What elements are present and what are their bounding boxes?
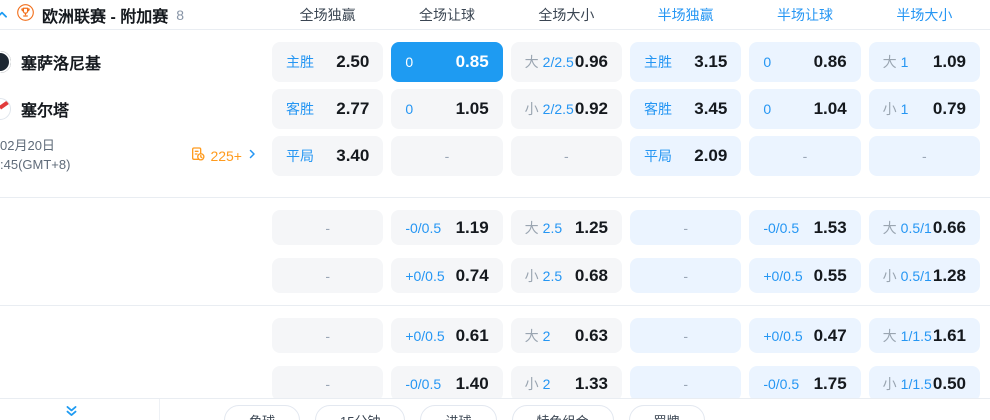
odds-cell[interactable]: +0/0.5 0.61 xyxy=(391,318,503,353)
column-header[interactable]: 半场独赢 xyxy=(630,5,741,25)
secondary-odds-group-2: - +0/0.5 0.61 大 2 0.63- +0/0.5 0.47 大 1/1.5 1.61 -… xyxy=(0,306,990,413)
collapse-chevron-up-icon[interactable] xyxy=(0,8,9,22)
odds-panel: 欧洲联赛 - 附加赛 8 全场独赢 全场让球 全场大小 半场独赢 半场让球 半场大小 塞萨… xyxy=(0,0,990,420)
odds-cell[interactable]: -0/0.5 1.75 xyxy=(749,366,861,401)
odds-cell[interactable]: 0 1.04 xyxy=(749,89,861,129)
odds-cell[interactable]: 小 2 1.33 xyxy=(510,366,622,401)
column-header: 全场独赢 xyxy=(299,6,356,23)
odds-cell[interactable]: 0 1.05 xyxy=(391,89,503,129)
league-match-count: 8 xyxy=(176,6,185,23)
odds-cell[interactable]: 主胜 3.15 xyxy=(630,42,742,82)
away-team-name: 塞尔塔 xyxy=(21,103,70,120)
market-tabs-bar: 角球 15分钟进球特色组合罚牌 xyxy=(0,398,990,420)
draw-row: 02月20日 :45(GMT+8) 225+ 平局 3.40 - - 平局 2.… xyxy=(0,136,990,176)
more-markets-count: 225+ xyxy=(210,148,242,164)
double-chevron-down-icon[interactable] xyxy=(64,404,79,420)
odds-cell[interactable]: 小 0.5/1 1.28 xyxy=(868,258,980,293)
odds-cell[interactable]: 客胜 2.77 xyxy=(272,89,384,129)
odds-cell-empty: - xyxy=(630,366,742,401)
league-title: 欧洲联赛 - 附加赛 xyxy=(42,8,169,26)
odds-cell[interactable]: 大 2.5 1.25 xyxy=(510,210,622,245)
column-header[interactable]: 半场大小 xyxy=(869,5,980,25)
odds-cell[interactable]: +0/0.5 0.74 xyxy=(391,258,503,293)
odds-cell-empty: - xyxy=(272,210,384,245)
home-team-row: 塞萨洛尼基 主胜 2.50 0 0.85 大 2/2.5 0.96 主胜 3.15 0 0.86 大 1… xyxy=(0,42,990,82)
odds-cell[interactable]: 小 1/1.5 0.50 xyxy=(868,366,980,401)
odds-cell[interactable]: 平局 2.09 xyxy=(630,136,742,176)
home-team-logo xyxy=(0,51,11,73)
odds-cell[interactable]: 小 1 0.79 xyxy=(868,89,980,129)
markets-doc-clock-icon xyxy=(190,146,206,167)
odds-cell[interactable]: +0/0.5 0.55 xyxy=(749,258,861,293)
odds-cell-empty: - xyxy=(391,136,503,176)
odds-cell-empty: - xyxy=(272,318,384,353)
market-tab[interactable]: 进球 xyxy=(420,405,497,420)
market-tab[interactable]: 角球 xyxy=(224,405,301,420)
chevron-right-icon xyxy=(246,147,258,165)
league-header: 欧洲联赛 - 附加赛 8 全场独赢 全场让球 全场大小 半场独赢 半场让球 半场大小 xyxy=(0,0,990,30)
secondary-odds-group-1: - -0/0.5 1.19 大 2.5 1.25- -0/0.5 1.53 大 0.5/1 0.66… xyxy=(0,198,990,305)
more-markets-link[interactable]: 225+ xyxy=(190,146,258,167)
odds-cell[interactable]: 平局 3.40 xyxy=(272,136,384,176)
market-tab[interactable]: 特色组合 xyxy=(511,405,614,420)
odds-cell[interactable]: 大 2/2.5 0.96 xyxy=(510,42,622,82)
odds-cell[interactable]: 客胜 3.45 xyxy=(630,89,742,129)
match-time: :45(GMT+8) xyxy=(0,157,71,172)
market-tab[interactable]: 罚牌 xyxy=(628,405,705,420)
odds-cell[interactable]: +0/0.5 0.47 xyxy=(749,318,861,353)
odds-cell[interactable]: -0/0.5 1.53 xyxy=(749,210,861,245)
odds-cell-empty: - xyxy=(272,366,384,401)
odds-cell-empty: - xyxy=(630,318,742,353)
odds-cell-empty: - xyxy=(510,136,622,176)
column-header: 全场让球 xyxy=(418,6,475,23)
odds-cell-empty: - xyxy=(630,258,742,293)
column-header[interactable]: 半场让球 xyxy=(749,5,860,25)
column-headers: 全场独赢 全场让球 全场大小 半场独赢 半场让球 半场大小 xyxy=(272,5,990,25)
column-header: 全场大小 xyxy=(538,6,595,23)
odds-cell-empty: - xyxy=(630,210,742,245)
league-trophy-icon xyxy=(17,3,34,26)
match-date: 02月20日 xyxy=(0,138,55,154)
odds-cell[interactable]: 主胜 2.50 xyxy=(272,42,384,82)
home-team-name: 塞萨洛尼基 xyxy=(21,56,102,73)
odds-cell-empty: - xyxy=(272,258,384,293)
away-team-row: 塞尔塔 客胜 2.77 0 1.05 小 2/2.5 0.92 客胜 3.45 0 1.04 小 1 0.… xyxy=(0,89,990,129)
odds-cell[interactable]: 大 1 1.09 xyxy=(868,42,980,82)
odds-cell[interactable]: -0/0.5 1.19 xyxy=(391,210,503,245)
odds-cell[interactable]: 大 0.5/1 0.66 xyxy=(868,210,980,245)
odds-cell-empty: - xyxy=(749,136,861,176)
odds-cell[interactable]: -0/0.5 1.40 xyxy=(391,366,503,401)
market-tab-pills: 角球 15分钟进球特色组合罚牌 xyxy=(160,405,705,420)
away-team-logo xyxy=(0,98,11,120)
odds-cell[interactable]: 小 2/2.5 0.92 xyxy=(510,89,622,129)
odds-cell[interactable]: 大 2 0.63 xyxy=(510,318,622,353)
odds-cell[interactable]: 0 0.85 xyxy=(391,42,503,82)
match-odds-group: 塞萨洛尼基 主胜 2.50 0 0.85 大 2/2.5 0.96 主胜 3.15 0 0.86 大 1… xyxy=(0,30,990,197)
expand-rail xyxy=(0,399,160,420)
odds-cell[interactable]: 大 1/1.5 1.61 xyxy=(868,318,980,353)
odds-cell[interactable]: 0 0.86 xyxy=(749,42,861,82)
odds-cell[interactable]: 小 2.5 0.68 xyxy=(510,258,622,293)
match-datetime: 02月20日 :45(GMT+8) xyxy=(0,137,70,175)
odds-cell-empty: - xyxy=(868,136,980,176)
market-tab[interactable]: 15分钟 xyxy=(315,405,406,420)
